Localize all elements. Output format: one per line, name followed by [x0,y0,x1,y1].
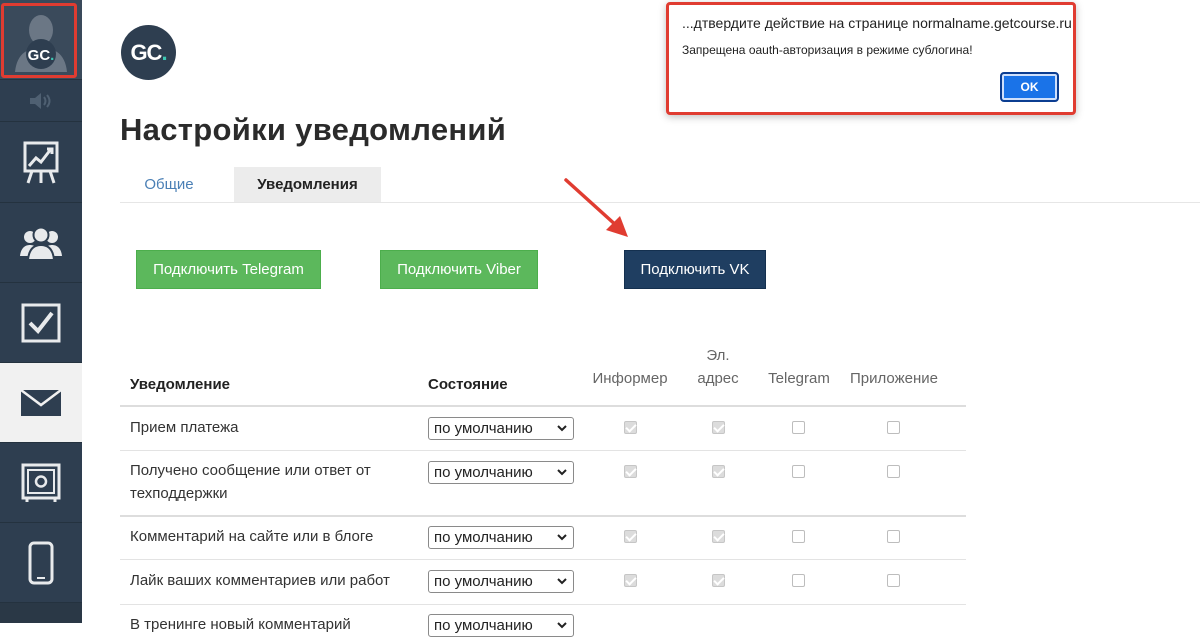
dialog-ok-button[interactable]: OK [1000,72,1059,102]
state-select[interactable]: по умолчанию [428,570,574,593]
informer-checkbox[interactable] [624,465,637,478]
header-notification: Уведомление [130,376,231,393]
informer-checkbox[interactable] [624,421,637,434]
state-select[interactable]: по умолчанию [428,526,574,549]
logo-dot: . [161,39,167,65]
sidebar-item-users[interactable] [0,203,82,283]
chevron-down-icon [557,578,567,585]
table-row: Прием платежа по умолчанию [120,407,966,451]
header-email-line1: Эл. [706,347,730,364]
header-app: Приложение [850,370,938,387]
telegram-checkbox[interactable] [792,574,805,587]
email-checkbox[interactable] [712,465,725,478]
table-row: В тренинге новый комментарий по умолчани… [120,605,966,637]
dialog-title: ...дтвердите действие на странице normal… [682,15,1072,31]
sidebar: GC. [0,0,82,623]
state-value: по умолчанию [434,617,533,634]
row-name: Лайк ваших комментариев или работ [130,572,390,589]
mail-icon [20,388,62,416]
chevron-down-icon [557,425,567,432]
header-email-line2: адрес [697,370,739,387]
state-value: по умолчанию [434,573,533,590]
row-name: В тренинге новый комментарий [130,616,351,633]
sidebar-item-more[interactable] [0,603,82,623]
table-row: Лайк ваших комментариев или работ по умо… [120,560,966,604]
state-select[interactable]: по умолчанию [428,614,574,637]
app-checkbox[interactable] [887,530,900,543]
app-checkbox[interactable] [887,574,900,587]
mobile-icon [28,541,54,584]
annotation-arrow-icon [564,178,628,237]
connect-telegram-button[interactable]: Подключить Telegram [136,250,321,289]
users-icon [20,226,62,260]
state-value: по умолчанию [434,420,533,437]
chevron-down-icon [557,622,567,629]
tab-notifications[interactable]: Уведомления [234,167,381,202]
telegram-checkbox[interactable] [792,530,805,543]
header-informer: Информер [592,370,668,387]
brand-logo[interactable]: GC. [121,25,176,80]
informer-checkbox[interactable] [624,574,637,587]
sidebar-item-sales[interactable] [0,443,82,523]
confirm-dialog: ...дтвердите действие на странице normal… [666,2,1076,115]
email-checkbox[interactable] [712,421,725,434]
state-value: по умолчанию [434,464,533,481]
sidebar-item-reports[interactable] [0,122,82,203]
sidebar-item-mobile[interactable] [0,523,82,603]
connect-viber-button[interactable]: Подключить Viber [380,250,538,289]
informer-checkbox[interactable] [624,530,637,543]
telegram-checkbox[interactable] [792,465,805,478]
row-name: Прием платежа [130,419,239,436]
email-checkbox[interactable] [712,574,725,587]
table-row: Получено сообщение или ответ от техподде… [120,451,966,516]
sidebar-item-tasks[interactable] [0,283,82,363]
sidebar-item-sound[interactable] [0,80,82,122]
row-name: Получено сообщение или ответ от техподде… [130,462,371,502]
telegram-checkbox[interactable] [792,421,805,434]
logo-text: GC [130,39,162,65]
tab-general[interactable]: Общие [120,167,218,202]
sidebar-item-messages[interactable] [0,363,82,443]
profile-highlight [1,3,77,78]
safe-icon [21,463,61,502]
row-name: Комментарий на сайте или в блоге [130,528,374,545]
dialog-message: Запрещена oauth-авторизация в режиме суб… [682,43,973,57]
connect-vk-button[interactable]: Подключить VK [624,250,766,289]
tab-bar: Общие Уведомления [120,167,1200,203]
chart-icon [23,141,59,184]
speaker-icon [30,92,51,109]
table-row: Комментарий на сайте или в блоге по умол… [120,517,966,560]
chevron-down-icon [557,469,567,476]
state-select[interactable]: по умолчанию [428,461,574,484]
email-checkbox[interactable] [712,530,725,543]
state-value: по умолчанию [434,529,533,546]
app-checkbox[interactable] [887,465,900,478]
checkbox-icon [21,303,61,342]
chevron-down-icon [557,534,567,541]
state-select[interactable]: по умолчанию [428,417,574,440]
header-state: Состояние [428,376,508,393]
sidebar-item-profile[interactable]: GC. [0,0,82,80]
page-title: Настройки уведомлений [120,112,507,147]
header-telegram: Telegram [768,370,830,387]
app-checkbox[interactable] [887,421,900,434]
